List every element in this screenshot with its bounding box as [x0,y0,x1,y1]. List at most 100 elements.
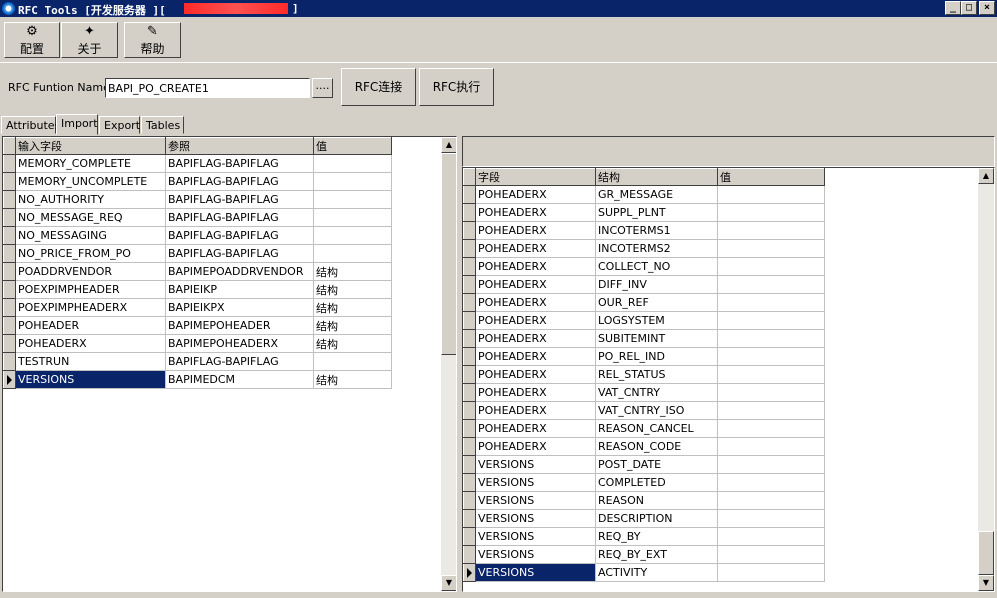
row-indicator[interactable] [3,352,16,371]
row-indicator[interactable] [3,226,16,245]
row-indicator[interactable] [463,437,476,456]
table-row[interactable]: POHEADERX LOGSYSTEM [463,311,825,330]
table-cell[interactable]: INCOTERMS1 [595,221,718,240]
table-row[interactable]: VERSIONS REQ_BY [463,527,825,546]
rfc-execute-button[interactable]: RFC执行 [419,68,494,106]
row-indicator[interactable] [463,401,476,420]
row-indicator[interactable] [463,455,476,474]
table-cell[interactable]: POHEADERX [475,383,596,402]
row-indicator[interactable] [463,509,476,528]
column-header[interactable]: 参照 [165,137,314,155]
table-cell[interactable]: ACTIVITY [595,563,718,582]
table-cell[interactable]: POHEADERX [475,437,596,456]
table-cell[interactable]: BAPIMEPOHEADER [165,316,314,335]
table-cell[interactable] [717,527,825,546]
table-cell[interactable]: VAT_CNTRY [595,383,718,402]
table-cell[interactable]: BAPIFLAG-BAPIFLAG [165,208,314,227]
table-row[interactable]: POEXPIMPHEADER BAPIEIKP 结构 [3,280,392,299]
table-cell[interactable]: POHEADERX [475,239,596,258]
table-cell[interactable]: GR_MESSAGE [595,185,718,204]
table-row[interactable]: VERSIONS COMPLETED [463,473,825,492]
table-cell[interactable]: COLLECT_NO [595,257,718,276]
table-cell[interactable]: REQ_BY_EXT [595,545,718,564]
table-cell[interactable] [717,257,825,276]
table-cell[interactable] [313,226,392,245]
table-cell[interactable]: BAPIFLAG-BAPIFLAG [165,172,314,191]
table-cell[interactable]: VERSIONS [475,545,596,564]
row-indicator[interactable] [3,172,16,191]
row-indicator[interactable] [463,185,476,204]
row-indicator[interactable] [463,221,476,240]
function-name-input[interactable]: BAPI_PO_CREATE1 [105,78,310,98]
row-indicator[interactable] [3,262,16,281]
column-header[interactable]: 字段 [475,168,596,186]
table-cell[interactable]: DIFF_INV [595,275,718,294]
table-cell[interactable]: POHEADER [15,316,166,335]
table-row[interactable]: VERSIONS REASON [463,491,825,510]
close-button[interactable]: × [979,1,995,15]
table-cell[interactable]: BAPIEIKPX [165,298,314,317]
table-cell[interactable]: 结构 [313,334,392,353]
table-cell[interactable]: VERSIONS [475,509,596,528]
table-cell[interactable] [717,383,825,402]
table-cell[interactable]: BAPIFLAG-BAPIFLAG [165,154,314,173]
table-cell[interactable] [717,491,825,510]
row-indicator[interactable] [463,545,476,564]
row-indicator[interactable] [3,208,16,227]
table-cell[interactable] [313,190,392,209]
tab-tables[interactable]: Tables [141,116,184,134]
right-vertical-scrollbar[interactable]: ▲ ▼ [978,168,994,591]
table-cell[interactable]: NO_MESSAGE_REQ [15,208,166,227]
table-cell[interactable]: DESCRIPTION [595,509,718,528]
table-cell[interactable] [717,311,825,330]
table-cell[interactable]: 结构 [313,298,392,317]
row-indicator[interactable] [463,293,476,312]
table-cell[interactable]: POST_DATE [595,455,718,474]
row-indicator[interactable] [3,298,16,317]
table-cell[interactable]: POHEADERX [475,347,596,366]
table-cell[interactable]: LOGSYSTEM [595,311,718,330]
table-cell[interactable]: VERSIONS [475,527,596,546]
row-indicator[interactable] [3,280,16,299]
scroll-down-button[interactable]: ▼ [441,575,456,591]
row-indicator[interactable] [463,365,476,384]
row-indicator[interactable] [3,370,16,389]
table-cell[interactable] [717,239,825,258]
table-cell[interactable]: POHEADERX [475,311,596,330]
row-indicator[interactable] [463,329,476,348]
table-cell[interactable] [717,509,825,528]
table-row[interactable]: NO_MESSAGING BAPIFLAG-BAPIFLAG [3,226,392,245]
table-cell[interactable]: BAPIFLAG-BAPIFLAG [165,226,314,245]
row-indicator[interactable] [463,563,476,582]
about-button[interactable]: ✦ 关于 [61,22,118,58]
table-row[interactable]: POHEADERX COLLECT_NO [463,257,825,276]
row-indicator[interactable] [463,347,476,366]
table-row[interactable]: POHEADERX INCOTERMS1 [463,221,825,240]
table-cell[interactable] [717,329,825,348]
tab-import[interactable]: Import [56,114,98,135]
table-cell[interactable] [313,208,392,227]
table-row[interactable]: POHEADERX GR_MESSAGE [463,185,825,204]
row-indicator[interactable] [463,311,476,330]
table-row[interactable]: POHEADERX SUBITEMINT [463,329,825,348]
table-row[interactable]: NO_PRICE_FROM_PO BAPIFLAG-BAPIFLAG [3,244,392,263]
row-indicator[interactable] [463,275,476,294]
table-row[interactable]: POHEADERX SUPPL_PLNT [463,203,825,222]
table-cell[interactable]: MEMORY_COMPLETE [15,154,166,173]
table-row[interactable]: POHEADER BAPIMEPOHEADER 结构 [3,316,392,335]
table-cell[interactable]: POEXPIMPHEADER [15,280,166,299]
table-row[interactable]: POHEADERX BAPIMEPOHEADERX 结构 [3,334,392,353]
table-cell[interactable]: POHEADERX [475,203,596,222]
table-cell[interactable]: POEXPIMPHEADERX [15,298,166,317]
table-cell[interactable] [717,563,825,582]
table-row[interactable]: VERSIONS BAPIMEDCM 结构 [3,370,392,389]
table-row[interactable]: POHEADERX VAT_CNTRY [463,383,825,402]
scroll-up-button[interactable]: ▲ [441,137,456,153]
row-indicator[interactable] [3,334,16,353]
table-row[interactable]: MEMORY_UNCOMPLETE BAPIFLAG-BAPIFLAG [3,172,392,191]
browse-button[interactable]: .... [312,78,333,98]
table-row[interactable]: POEXPIMPHEADERX BAPIEIKPX 结构 [3,298,392,317]
table-cell[interactable] [717,185,825,204]
rfc-connect-button[interactable]: RFC连接 [341,68,416,106]
table-cell[interactable]: POHEADERX [475,365,596,384]
